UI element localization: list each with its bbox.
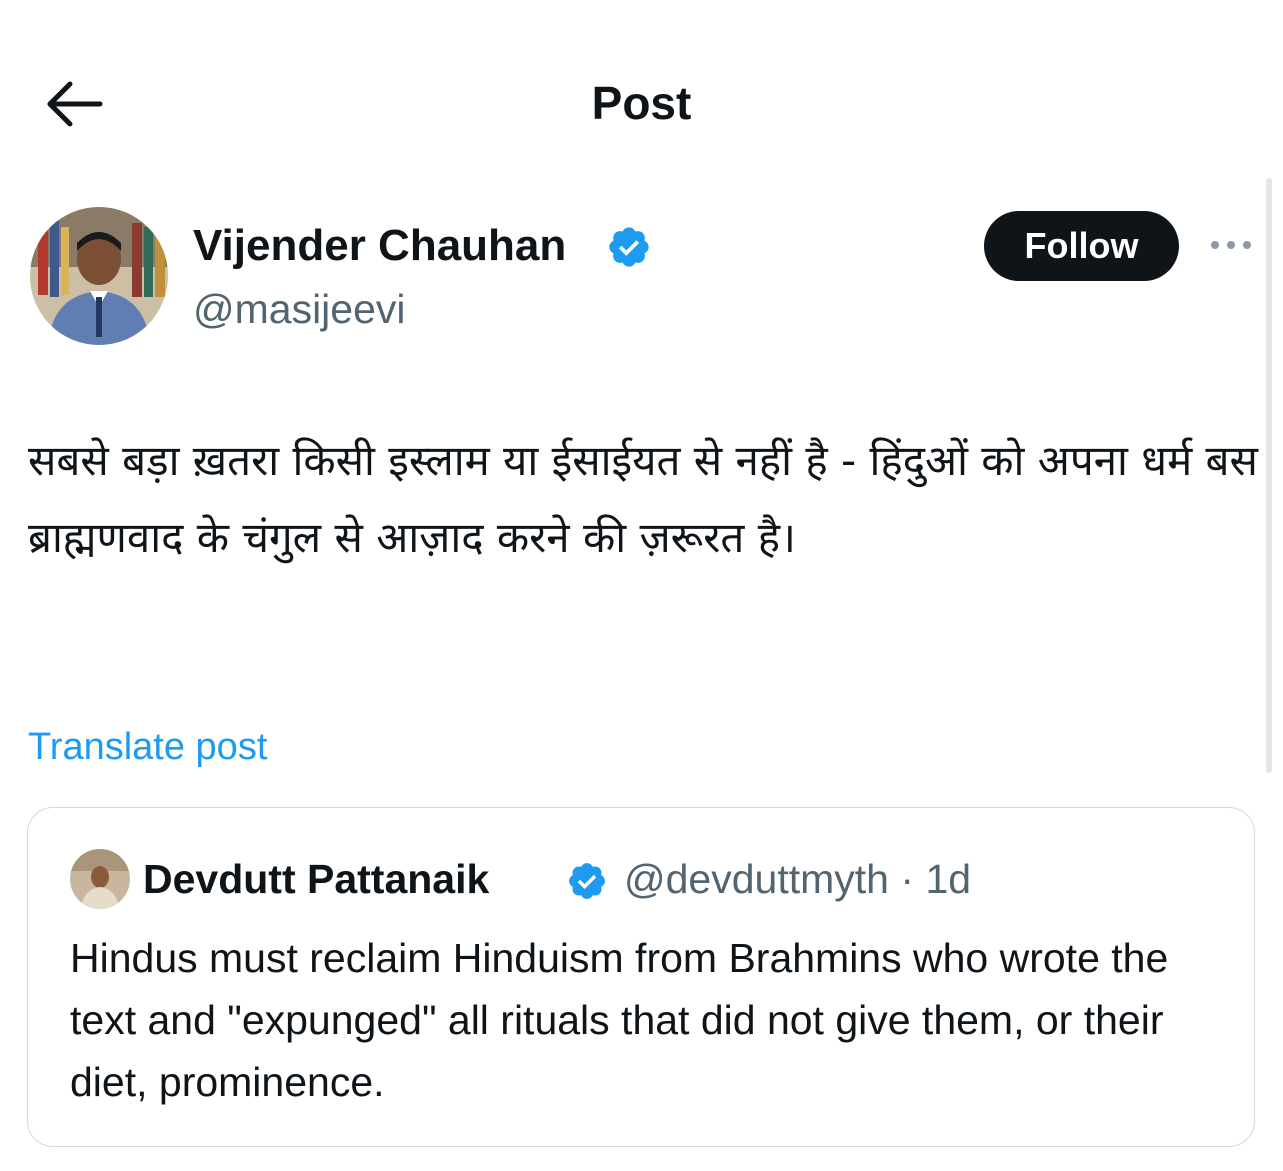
quoted-post-age: 1d [925,856,972,902]
quoted-post-card[interactable]: Devdutt Pattanaik @devduttmyth · 1d Hind… [27,807,1255,1147]
quoted-author-handle: @devduttmyth [624,856,889,902]
quoted-avatar-photo [70,849,130,909]
verified-badge-icon [609,227,649,267]
more-options-button[interactable] [1205,230,1257,260]
quoted-author-avatar [70,849,130,909]
meta-separator: · [900,856,915,902]
quoted-post-meta: @devduttmyth · 1d [624,852,971,906]
scrollbar[interactable] [1266,178,1272,773]
top-bar: Post [0,0,1283,200]
author-avatar[interactable] [30,207,168,345]
more-options-icon [1211,241,1251,249]
author-display-name[interactable]: Vijender Chauhan [193,218,566,274]
quoted-post-text: Hindus must reclaim Hinduism from Brahmi… [70,935,1169,1105]
verified-badge-icon [569,863,605,899]
page-title: Post [591,77,692,129]
post-text: सबसे बड़ा ख़तरा किसी इस्लाम या ईसाईयत से… [28,436,1258,562]
translate-post-link[interactable]: Translate post [28,722,267,772]
follow-button[interactable]: Follow [984,211,1179,281]
avatar-photo [30,207,168,345]
quoted-author-display-name: Devdutt Pattanaik [143,856,490,902]
author-handle[interactable]: @masijeevi [193,283,406,335]
